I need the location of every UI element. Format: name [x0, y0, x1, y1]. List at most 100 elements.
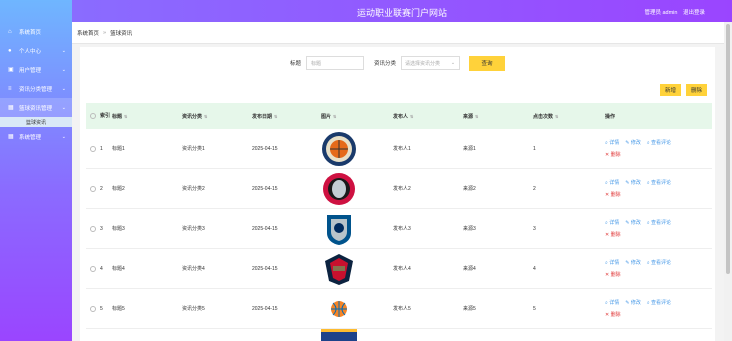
delete-label: 删除	[610, 152, 621, 158]
add-button[interactable]: 新增	[660, 84, 681, 96]
row-index: 3	[100, 225, 103, 232]
row-checkbox[interactable]	[86, 145, 100, 152]
row-title: 标题3	[112, 226, 125, 232]
row-operations: ⌕ 详情 ✎ 修改 ⌕ 查看评论 ✕ 删除	[605, 139, 712, 158]
comments-label: 查看评论	[651, 260, 672, 266]
delete-link[interactable]: ✕ 删除	[605, 271, 621, 278]
table-row: 2 标题2 资讯分类2 2025-04-15 发布人2 来源2 2 ⌕ 详情 ✎ …	[86, 169, 712, 209]
detail-link[interactable]: ⌕ 详情	[605, 259, 619, 266]
row-image	[321, 131, 393, 167]
row-source: 来源4	[463, 266, 476, 272]
edit-link[interactable]: ✎ 修改	[625, 139, 641, 146]
user-icon: ●	[8, 47, 12, 54]
sidebar-item-user-management[interactable]: ▣ 用户管理 ⌄	[0, 60, 72, 79]
row-checkbox[interactable]	[86, 225, 100, 232]
sidebar-item-category-management[interactable]: ≡ 资讯分类管理 ⌄	[0, 79, 72, 98]
edit-link[interactable]: ✎ 修改	[625, 219, 641, 226]
view-comments-link[interactable]: ⌕ 查看评论	[647, 259, 671, 266]
scrollbar-thumb[interactable]	[726, 24, 730, 274]
title-input[interactable]: 标题	[306, 56, 364, 70]
row-clicks: 1	[533, 145, 536, 152]
view-comments-link[interactable]: ⌕ 查看评论	[647, 139, 671, 146]
detail-link[interactable]: ⌕ 详情	[605, 299, 619, 306]
logout-link[interactable]: 退出登录	[683, 10, 705, 16]
sidebar-item-label: 用户管理	[19, 67, 42, 74]
row-clicks: 3	[533, 225, 536, 232]
news-table: 索引 标题 ⇅ 资讯分类 ⇅ 发布日期 ⇅ 图片 ⇅ 发布人 ⇅ 来源 ⇅ 点击次数 ⇅ 操作…	[86, 103, 712, 341]
row-category: 资讯分类1	[182, 146, 205, 152]
header-date[interactable]: 发布日期 ⇅	[252, 113, 321, 120]
delete-button[interactable]: 删除	[686, 84, 707, 96]
header-clicks[interactable]: 点击次数 ⇅	[533, 113, 605, 120]
sidebar-item-label: 系统首页	[19, 29, 42, 36]
sort-icon: ⇅	[204, 113, 208, 119]
category-placeholder: 请选择资讯分类	[405, 60, 441, 67]
header-image[interactable]: 图片 ⇅	[321, 113, 393, 120]
row-index: 4	[100, 265, 103, 272]
category-label: 资讯分类	[374, 61, 397, 67]
comments-label: 查看评论	[651, 300, 672, 306]
delete-link[interactable]: ✕ 删除	[605, 311, 621, 318]
row-title: 标题1	[112, 146, 125, 152]
row-clicks: 4	[533, 265, 536, 272]
detail-link[interactable]: ⌕ 详情	[605, 219, 619, 226]
row-checkbox[interactable]	[86, 305, 100, 312]
row-source: 来源1	[463, 146, 476, 152]
search-button[interactable]: 查询	[469, 55, 506, 71]
header-operations: 操作	[605, 113, 616, 120]
detail-link[interactable]: ⌕ 详情	[605, 139, 619, 146]
row-operations: ⌕ 详情 ✎ 修改 ⌕ 查看评论 ✕ 删除	[605, 259, 712, 278]
row-category: 资讯分类2	[182, 186, 205, 192]
detail-link[interactable]: ⌕ 详情	[605, 179, 619, 186]
delete-link[interactable]: ✕ 删除	[605, 231, 621, 238]
row-operations: ⌕ 详情 ✎ 修改 ⌕ 查看评论 ✕ 删除	[605, 299, 712, 318]
header-publisher[interactable]: 发布人 ⇅	[393, 113, 463, 120]
detail-label: 详情	[609, 180, 620, 186]
row-checkbox[interactable]	[86, 185, 100, 192]
scrollbar[interactable]	[724, 22, 732, 341]
chevron-down-icon: ⌄	[61, 47, 66, 54]
row-image	[321, 211, 393, 247]
sidebar-item-personal-center[interactable]: ● 个人中心 ⌄	[0, 41, 72, 60]
row-title: 标题4	[112, 266, 125, 272]
sidebar-item-home[interactable]: ⌂ 系统首页	[0, 22, 72, 41]
chevron-down-icon: ⌄	[61, 133, 66, 140]
row-checkbox[interactable]	[86, 265, 100, 272]
user-name: 管理员 admin	[644, 10, 678, 16]
sidebar-item-basketball-news-management[interactable]: ▦ 篮球资讯管理 ⌄	[0, 98, 72, 117]
header-category[interactable]: 资讯分类 ⇅	[182, 113, 252, 120]
edit-label: 修改	[630, 260, 641, 266]
team-logo-image	[331, 300, 347, 317]
delete-label: 删除	[610, 192, 621, 198]
row-publisher: 发布人3	[393, 226, 411, 232]
title-label: 标题	[289, 61, 301, 67]
row-publisher: 发布人1	[393, 146, 411, 152]
sidebar-item-label: 资讯分类管理	[19, 86, 53, 93]
breadcrumb-home[interactable]: 系统首页	[77, 29, 99, 37]
edit-link[interactable]: ✎ 修改	[625, 179, 641, 186]
row-title: 标题5	[112, 306, 125, 312]
view-comments-link[interactable]: ⌕ 查看评论	[647, 299, 671, 306]
sidebar-item-system-management[interactable]: ▦ 系统管理 ⌄	[0, 127, 72, 146]
row-operations: ⌕ 详情 ✎ 修改 ⌕ 查看评论 ✕ 删除	[605, 219, 712, 238]
row-publisher: 发布人2	[393, 186, 411, 192]
delete-link[interactable]: ✕ 删除	[605, 151, 621, 158]
sidebar-item-label: 篮球资讯管理	[19, 105, 53, 112]
table-header: 索引 标题 ⇅ 资讯分类 ⇅ 发布日期 ⇅ 图片 ⇅ 发布人 ⇅ 来源 ⇅ 点击次数 ⇅ 操作	[86, 103, 712, 129]
row-publisher: 发布人4	[393, 266, 411, 272]
view-comments-link[interactable]: ⌕ 查看评论	[647, 179, 671, 186]
delete-link[interactable]: ✕ 删除	[605, 191, 621, 198]
header-source[interactable]: 来源 ⇅	[463, 113, 533, 120]
breadcrumb-current: 篮球资讯	[110, 30, 133, 37]
sidebar-subitem-basketball-news[interactable]: 篮球资讯	[0, 117, 72, 127]
sort-icon: ⇅	[555, 113, 559, 119]
header-title[interactable]: 标题 ⇅	[112, 113, 182, 120]
row-clicks: 5	[533, 305, 536, 312]
category-select[interactable]: 请选择资讯分类 ⌄	[401, 56, 461, 70]
edit-link[interactable]: ✎ 修改	[625, 259, 641, 266]
sort-icon: ⇅	[475, 113, 479, 119]
edit-link[interactable]: ✎ 修改	[625, 299, 641, 306]
chevron-down-icon: ⌄	[61, 66, 66, 73]
select-all-checkbox[interactable]	[86, 113, 100, 119]
view-comments-link[interactable]: ⌕ 查看评论	[647, 219, 671, 226]
